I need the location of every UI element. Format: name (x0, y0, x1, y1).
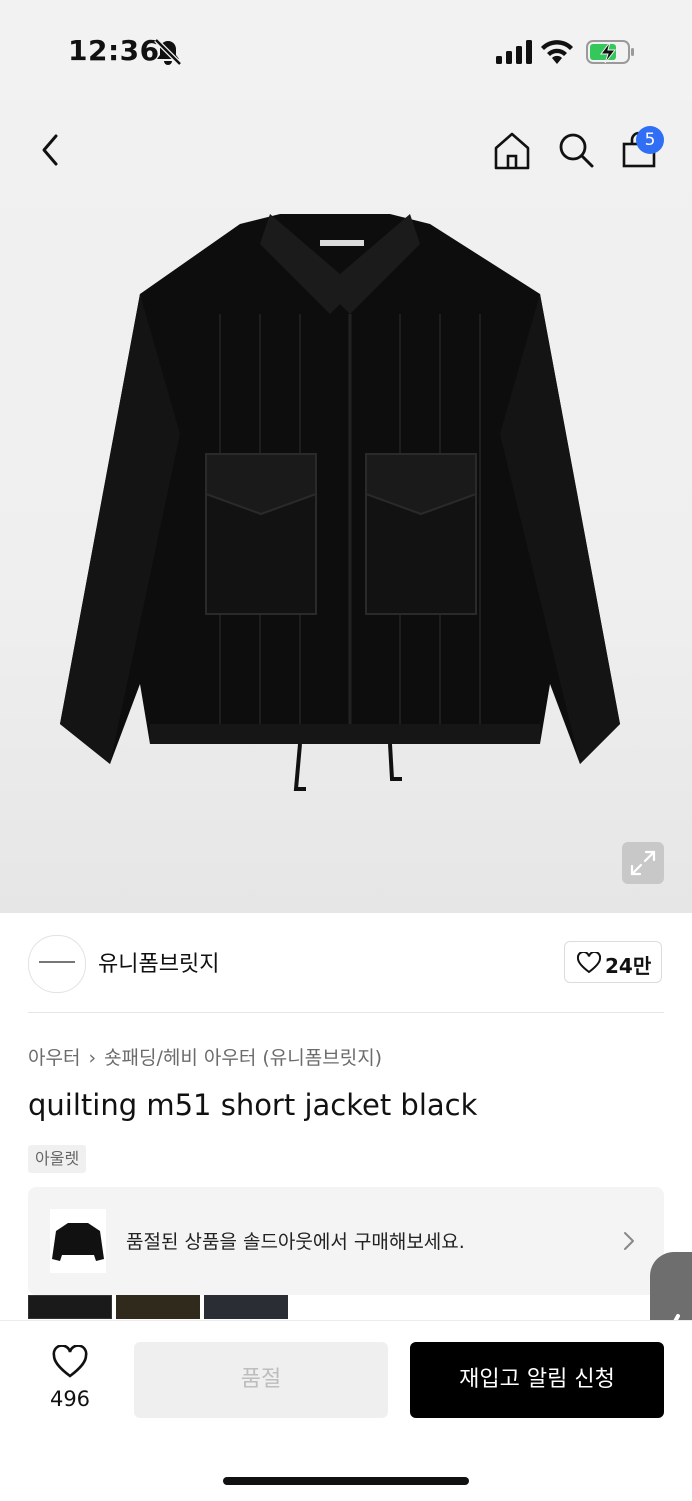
heart-icon (577, 952, 601, 974)
heart-icon (52, 1345, 88, 1378)
restock-alert-button[interactable]: 재입고 알림 신청 (410, 1342, 664, 1418)
chevron-right-icon: › (88, 1047, 97, 1069)
wifi-icon (541, 40, 573, 64)
brand-logo-wordmark (39, 961, 75, 963)
banner-product-thumbnail (50, 1209, 106, 1273)
expand-icon (630, 850, 656, 876)
search-icon[interactable] (554, 128, 598, 172)
mute-icon (154, 38, 182, 66)
brand-logo[interactable] (28, 935, 86, 993)
battery-charging-icon (586, 40, 634, 64)
color-thumb-olive[interactable] (116, 1295, 200, 1319)
expand-image-button[interactable] (622, 842, 664, 884)
divider (28, 1012, 664, 1013)
brand-name[interactable]: 유니폼브릿지 (98, 946, 219, 978)
color-thumb-black[interactable] (28, 1295, 112, 1319)
brand-like-button[interactable]: 24만 (564, 941, 662, 983)
status-time: 12:36 (68, 34, 160, 67)
product-image[interactable]: 5 (0, 100, 692, 913)
color-thumbnails (28, 1295, 298, 1319)
chevron-right-icon (624, 1232, 634, 1250)
cart-count-badge: 5 (636, 126, 664, 154)
color-thumb-navy[interactable] (204, 1295, 288, 1319)
chevron-left-icon[interactable] (32, 130, 72, 170)
soldout-button: 품절 (134, 1342, 388, 1418)
home-indicator (223, 1477, 469, 1485)
soldout-banner-text: 품절된 상품을 솔드아웃에서 구매해보세요. (126, 1231, 465, 1253)
wishlist-count: 496 (49, 1387, 91, 1411)
breadcrumb: 아우터 › 숏패딩/헤비 아우터 (유니폼브릿지) (28, 1043, 382, 1070)
breadcrumb-item[interactable]: 아우터 (28, 1047, 80, 1069)
jacket-photo (60, 214, 620, 791)
breadcrumb-item[interactable]: 숏패딩/헤비 아우터 (유니폼브릿지) (104, 1047, 382, 1069)
outlet-tag: 아울렛 (28, 1145, 87, 1173)
brand-like-count: 24만 (605, 954, 652, 978)
product-title: quilting m51 short jacket black (28, 1088, 478, 1122)
jacket-thumbnail-image (52, 1223, 104, 1261)
status-bar: 12:36 (0, 0, 692, 100)
home-icon[interactable] (490, 128, 534, 172)
soldout-banner[interactable]: 품절된 상품을 솔드아웃에서 구매해보세요. (28, 1187, 664, 1295)
signal-icon (496, 40, 532, 64)
